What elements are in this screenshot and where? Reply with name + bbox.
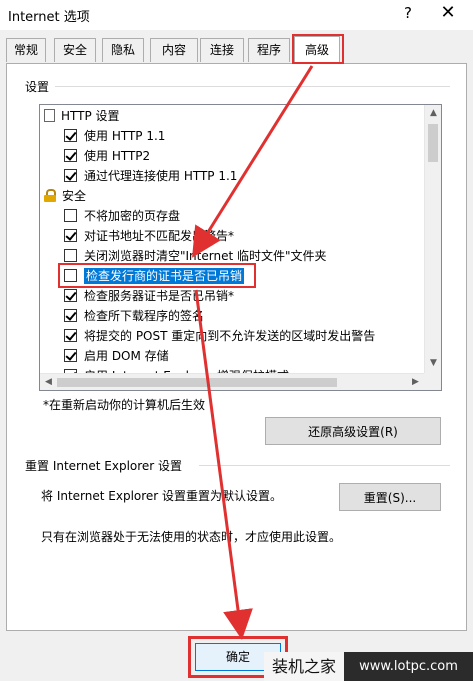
setting-http2[interactable]: 使用 HTTP2 [64, 147, 150, 165]
checkbox-checked[interactable] [64, 229, 77, 242]
checkbox-unchecked[interactable] [64, 209, 77, 222]
checkbox-checked[interactable] [64, 289, 77, 302]
checkbox-checked[interactable] [64, 149, 77, 162]
reset-group-divider [199, 465, 450, 466]
setting-cert-mismatch-warning[interactable]: 对证书地址不匹配发出警告* [64, 227, 234, 245]
checkbox-checked[interactable] [64, 329, 77, 342]
scroll-up-arrow-icon[interactable]: ▲ [425, 105, 441, 122]
window-title: Internet 选项 [8, 10, 90, 25]
vertical-scrollbar[interactable]: ▲ ▼ [424, 105, 441, 390]
setting-check-download-signature[interactable]: 检查所下载程序的签名 [64, 307, 204, 325]
tab-general[interactable]: 常规 [6, 38, 46, 62]
checkbox-checked[interactable] [64, 129, 77, 142]
lock-icon [44, 189, 56, 202]
tree-folder-http: HTTP 设置 [44, 107, 120, 125]
title-bar: Internet 选项 ? ✕ [0, 0, 473, 30]
tab-content[interactable]: 内容 [150, 38, 198, 62]
reset-button[interactable]: 重置(S)... [339, 483, 441, 511]
restart-note: *在重新启动你的计算机后生效 [43, 398, 206, 412]
settings-group-divider [55, 86, 450, 87]
watermark-url: www.lotpc.com [359, 659, 458, 674]
checkbox-unchecked[interactable] [64, 249, 77, 262]
watermark: 装机之家 www.lotpc.com [264, 652, 473, 681]
setting-http11[interactable]: 使用 HTTP 1.1 [64, 127, 165, 145]
setting-check-server-revocation[interactable]: 检查服务器证书是否已吊销* [64, 287, 234, 305]
checkbox-checked[interactable] [64, 349, 77, 362]
restore-advanced-button[interactable]: 还原高级设置(R) [265, 417, 441, 445]
close-button[interactable]: ✕ [438, 2, 458, 24]
horizontal-scrollbar[interactable]: ◀ ▶ [40, 373, 424, 390]
horizontal-scroll-thumb[interactable] [57, 378, 337, 387]
reset-note: 只有在浏览器处于无法使用的状态时，才应使用此设置。 [41, 530, 342, 544]
setting-proxy-http11[interactable]: 通过代理连接使用 HTTP 1.1 [64, 167, 237, 185]
checkbox-checked[interactable] [64, 169, 77, 182]
scroll-left-arrow-icon[interactable]: ◀ [40, 374, 57, 390]
scroll-down-arrow-icon[interactable]: ▼ [425, 355, 441, 372]
tab-privacy[interactable]: 隐私 [102, 38, 144, 62]
checkbox-checked[interactable] [64, 309, 77, 322]
advanced-panel: 设置 HTTP 设置 使用 HTTP 1.1 使用 HTTP2 通过代理连接使用… [6, 63, 467, 631]
settings-group-label: 设置 [25, 80, 50, 94]
selected-item-annotation-box [58, 263, 256, 288]
tree-folder-security: 安全 [44, 187, 86, 205]
setting-post-redirect-warning[interactable]: 将提交的 POST 重定向到不允许发送的区域时发出警告 [64, 327, 375, 345]
watermark-brand: 装机之家 [264, 652, 344, 681]
reset-group-label: 重置 Internet Explorer 设置 [25, 459, 183, 473]
setting-enable-dom-storage[interactable]: 启用 DOM 存储 [64, 347, 169, 365]
tab-annotation-box [292, 34, 344, 64]
reset-description: 将 Internet Explorer 设置重置为默认设置。 [41, 489, 283, 503]
help-button[interactable]: ? [400, 4, 416, 24]
scrollbar-corner [424, 373, 441, 390]
tab-connections[interactable]: 连接 [200, 38, 244, 62]
tab-programs[interactable]: 程序 [248, 38, 290, 62]
page-icon [44, 109, 55, 122]
setting-no-save-encrypted[interactable]: 不将加密的页存盘 [64, 207, 180, 225]
vertical-scroll-thumb[interactable] [428, 124, 438, 162]
settings-tree-list[interactable]: HTTP 设置 使用 HTTP 1.1 使用 HTTP2 通过代理连接使用 HT… [39, 104, 442, 391]
tab-security[interactable]: 安全 [54, 38, 96, 62]
scroll-right-arrow-icon[interactable]: ▶ [407, 374, 424, 390]
